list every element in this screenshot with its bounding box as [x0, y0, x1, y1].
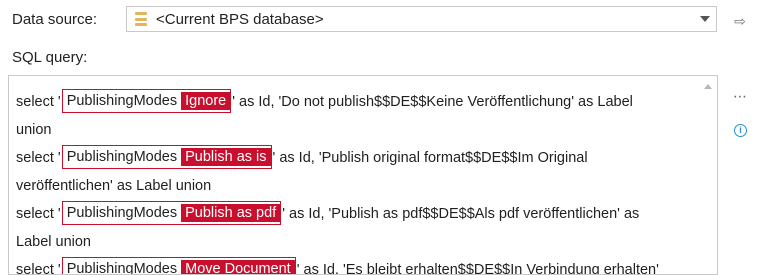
scroll-up-icon[interactable] [704, 84, 712, 89]
arrow-right-icon[interactable]: ⇨ [731, 12, 749, 30]
data-source-value: <Current BPS database> [156, 10, 324, 28]
constant-token[interactable]: PublishingModes Publish as is [61, 145, 272, 169]
sql-line: Label union [16, 228, 696, 256]
sql-query-editor[interactable]: select ' PublishingModes Ignore ' as Id, 'D… [8, 75, 718, 275]
chevron-down-icon[interactable] [700, 16, 710, 22]
sql-query-label: SQL query: [12, 49, 88, 66]
sql-text: select ' [16, 206, 61, 222]
sql-line: select ' PublishingModes Publish as pdf ' a… [16, 200, 696, 228]
sql-line: select ' PublishingModes Publish as is ' as… [16, 144, 696, 172]
sql-code: select ' PublishingModes Ignore ' as Id, 'D… [16, 88, 696, 275]
sql-text: ' as Id, 'Publish as pdf$$DE$$Als pdf ve… [282, 206, 640, 222]
sql-line: union [16, 116, 696, 144]
more-icon[interactable]: ⋯ [731, 87, 749, 105]
sql-text: select ' [16, 94, 61, 110]
sql-text: select ' [16, 150, 61, 166]
token-value: Move Document [181, 260, 295, 274]
token-value: Publish as is [181, 148, 271, 166]
data-source-label: Data source: [12, 11, 98, 28]
constant-token[interactable]: PublishingModes Ignore [61, 89, 232, 113]
data-source-select[interactable]: <Current BPS database> [126, 6, 717, 32]
constant-token[interactable]: PublishingModes Publish as pdf [61, 201, 282, 225]
sql-text: ' as Id, 'Do not publish$$DE$$Keine Verö… [232, 94, 633, 110]
token-name: PublishingModes [66, 205, 178, 221]
token-name: PublishingModes [66, 93, 178, 109]
sql-text: veröffentlichen' as Label union [16, 178, 212, 194]
info-icon[interactable]: i [734, 124, 747, 137]
token-name: PublishingModes [66, 261, 178, 275]
sql-text: ' as Id, 'Publish original format$$DE$$I… [272, 150, 588, 166]
sql-line: select ' PublishingModes Ignore ' as Id, 'D… [16, 88, 696, 116]
sql-text: union [16, 122, 52, 138]
database-icon [135, 12, 147, 26]
constant-token[interactable]: PublishingModes Move Document [61, 257, 296, 275]
token-value: Publish as pdf [181, 204, 281, 222]
sql-line: select ' PublishingModes Move Document ' as… [16, 256, 696, 275]
sql-line: veröffentlichen' as Label union [16, 172, 696, 200]
token-name: PublishingModes [66, 149, 178, 165]
sql-text: Label union [16, 234, 91, 250]
token-value: Ignore [181, 92, 231, 110]
